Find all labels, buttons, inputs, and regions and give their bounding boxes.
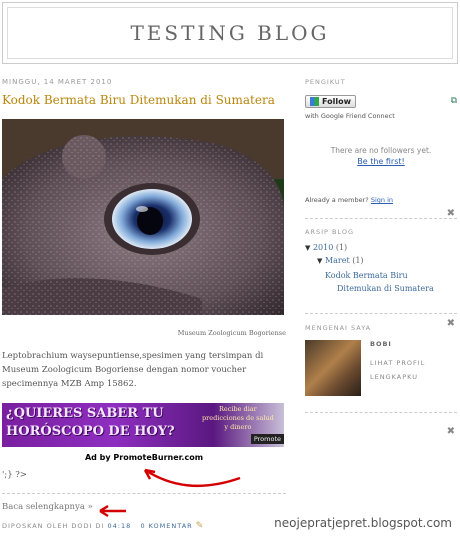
edit-wrench-icon[interactable]: ✖: [447, 208, 455, 219]
sidebar-divider: [305, 412, 457, 413]
collapse-arrow-icon[interactable]: ▼: [305, 244, 310, 252]
gfc-text: with Google Friend Connect: [305, 112, 395, 120]
already-member: Already a member? Sign in: [305, 196, 457, 204]
archive-title: ARSIP BLOG: [305, 228, 354, 236]
horoscope-ad-banner[interactable]: ¿QUIERES SABER TU HORÓSCOPO DE HOY? Reci…: [2, 403, 284, 447]
post-divider: [2, 493, 286, 494]
posted-by: DIPOSKAN OLEH DODI DI: [2, 522, 105, 530]
code-fragment: ';} ?>: [2, 470, 27, 480]
image-caption: Museum Zoologicum Bogoriense: [177, 329, 286, 337]
frog-photo: [2, 119, 284, 315]
edit-pencil-icon[interactable]: ✎: [196, 521, 205, 531]
sign-in-link[interactable]: Sign in: [371, 196, 393, 204]
about-info: BOBI LIHAT PROFIL LENGKAPKU: [370, 340, 425, 396]
archive-month[interactable]: ▼ Maret (1): [305, 256, 457, 265]
blog-title[interactable]: TESTING BLOG: [130, 21, 329, 45]
follow-button[interactable]: Follow: [305, 95, 357, 108]
ad-side-line-3: y dinero: [224, 423, 252, 431]
ad-side-line-2: predicciones de salud: [202, 414, 274, 422]
edit-wrench-icon[interactable]: ✖: [447, 318, 455, 329]
post-time-link[interactable]: 04:18: [108, 522, 132, 530]
view-profile-line-1: LIHAT PROFIL: [370, 359, 426, 367]
profile-name[interactable]: BOBI: [370, 340, 425, 348]
about-title: MENGENAI SAYA: [305, 324, 372, 332]
ad-headline-line-2: HORÓSCOPO DE HOY?: [6, 424, 175, 439]
main-column: MINGGU, 14 MARET 2010 Kodok Bermata Biru…: [2, 78, 286, 531]
no-followers-text: There are no followers yet.: [330, 146, 432, 155]
archive-year-label: 2010: [312, 243, 334, 252]
archive-post-line-1: Kodok Bermata Biru: [325, 271, 408, 280]
edit-wrench-icon[interactable]: ✖: [447, 426, 455, 437]
read-more-link[interactable]: Baca selengkapnya »: [2, 502, 286, 512]
follow-button-label: Follow: [322, 97, 352, 106]
collapse-arrow-icon[interactable]: ▼: [317, 257, 322, 265]
archive-post-link[interactable]: Kodok Bermata Biru Ditemukan di Sumatera: [305, 269, 457, 295]
profile-photo[interactable]: [305, 340, 361, 396]
ad-promote-button[interactable]: Promote: [250, 434, 284, 444]
archive-month-label: Maret: [324, 256, 350, 265]
about-block: BOBI LIHAT PROFIL LENGKAPKU: [305, 340, 457, 396]
post-footer: DIPOSKAN OLEH DODI DI 04:18 0 KOMENTAR ✎: [2, 521, 286, 531]
be-first-link[interactable]: Be the first!: [305, 157, 457, 166]
followers-title: PENGIKUT: [305, 78, 346, 86]
expand-icon[interactable]: ⧉: [451, 96, 457, 106]
blog-header: TESTING BLOG: [2, 2, 458, 64]
archive-year[interactable]: ▼ 2010 (1): [305, 243, 457, 252]
ad-side-text: Recibe diar predicciones de salud y dine…: [202, 405, 274, 432]
post-date: MINGGU, 14 MARET 2010: [2, 78, 113, 86]
already-member-text: Already a member?: [305, 196, 369, 204]
post-body: Leptobrachium waysepuntiense,spesimen ya…: [2, 351, 264, 389]
blog-header-inner: TESTING BLOG: [7, 7, 453, 59]
post-image: [2, 119, 284, 315]
ad-headline: ¿QUIERES SABER TU HORÓSCOPO DE HOY?: [6, 405, 175, 441]
view-profile-line-2: LENGKAPKU: [370, 373, 418, 381]
post-title[interactable]: Kodok Bermata Biru Ditemukan di Sumatera: [2, 93, 286, 107]
gfc-logo-icon: [310, 97, 319, 106]
sidebar-divider: [305, 218, 457, 219]
archive-year-count: (1): [335, 243, 348, 252]
comments-link[interactable]: 0 KOMENTAR: [140, 522, 192, 530]
archive-month-count: (1): [352, 256, 364, 265]
ad-side-line-1: Recibe diar: [219, 405, 257, 413]
ad-headline-line-1: ¿QUIERES SABER TU: [6, 406, 164, 421]
archive-post-line-2: Ditemukan di Sumatera: [337, 284, 434, 293]
sidebar-divider: [305, 313, 457, 314]
view-profile-link[interactable]: LIHAT PROFIL LENGKAPKU: [370, 356, 425, 384]
watermark-url: neojepratjepret.blogspot.com: [274, 516, 452, 530]
sidebar: PENGIKUT Follow ⧉ with Google Friend Con…: [305, 78, 457, 437]
ad-credit[interactable]: Ad by PromoteBurner.com: [2, 453, 286, 462]
